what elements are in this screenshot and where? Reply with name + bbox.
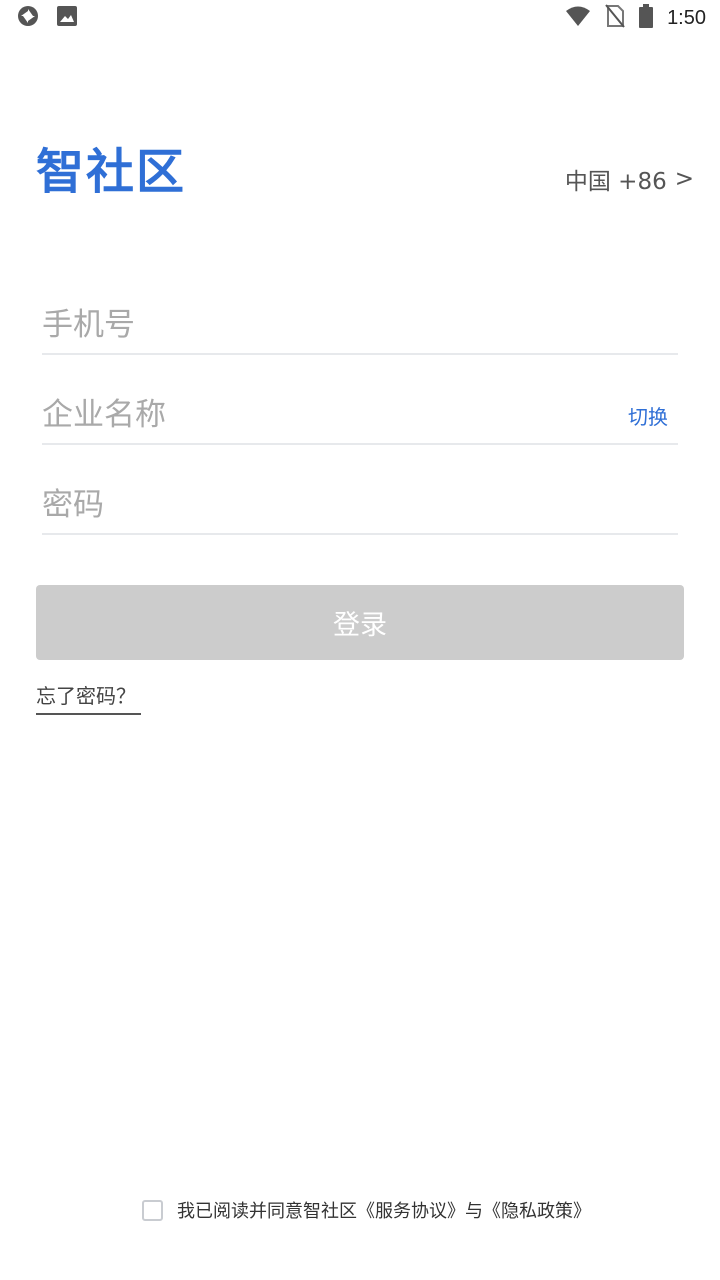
wifi-icon <box>565 5 591 31</box>
password-input[interactable] <box>42 487 562 523</box>
company-input[interactable] <box>42 397 562 433</box>
country-code-selector[interactable]: 中国 +86 > <box>565 162 694 196</box>
status-time: 1:50 <box>667 6 706 29</box>
agreement-row: 我已阅读并同意智社区《服务协议》与《隐私政策》 <box>142 1197 591 1223</box>
country-code-label: 中国 +86 <box>564 169 667 195</box>
status-bar: 1:50 <box>0 0 720 36</box>
login-screen: 1:50 智社区 中国 +86 > 切换 登录 忘了密码？ 我已阅读并同意智社区… <box>0 0 720 1280</box>
login-button[interactable]: 登录 <box>36 585 684 660</box>
no-sim-icon <box>605 4 625 32</box>
password-field <box>42 477 678 535</box>
phone-field <box>42 297 678 355</box>
company-field: 切换 <box>42 387 678 445</box>
agreement-text[interactable]: 我已阅读并同意智社区《服务协议》与《隐私政策》 <box>177 1197 591 1223</box>
agreement-checkbox[interactable] <box>142 1199 163 1221</box>
status-left-icons <box>16 4 78 32</box>
switch-company-link[interactable]: 切换 <box>628 401 668 430</box>
app-logo: 智社区 <box>36 144 187 200</box>
battery-icon <box>639 4 654 32</box>
chevron-right-icon: > <box>674 166 694 192</box>
phone-input[interactable] <box>42 307 562 343</box>
status-right-icons: 1:50 <box>565 4 706 32</box>
forgot-password-link[interactable]: 忘了密码？ <box>36 680 141 715</box>
sync-icon <box>16 4 40 32</box>
image-icon <box>56 5 78 31</box>
